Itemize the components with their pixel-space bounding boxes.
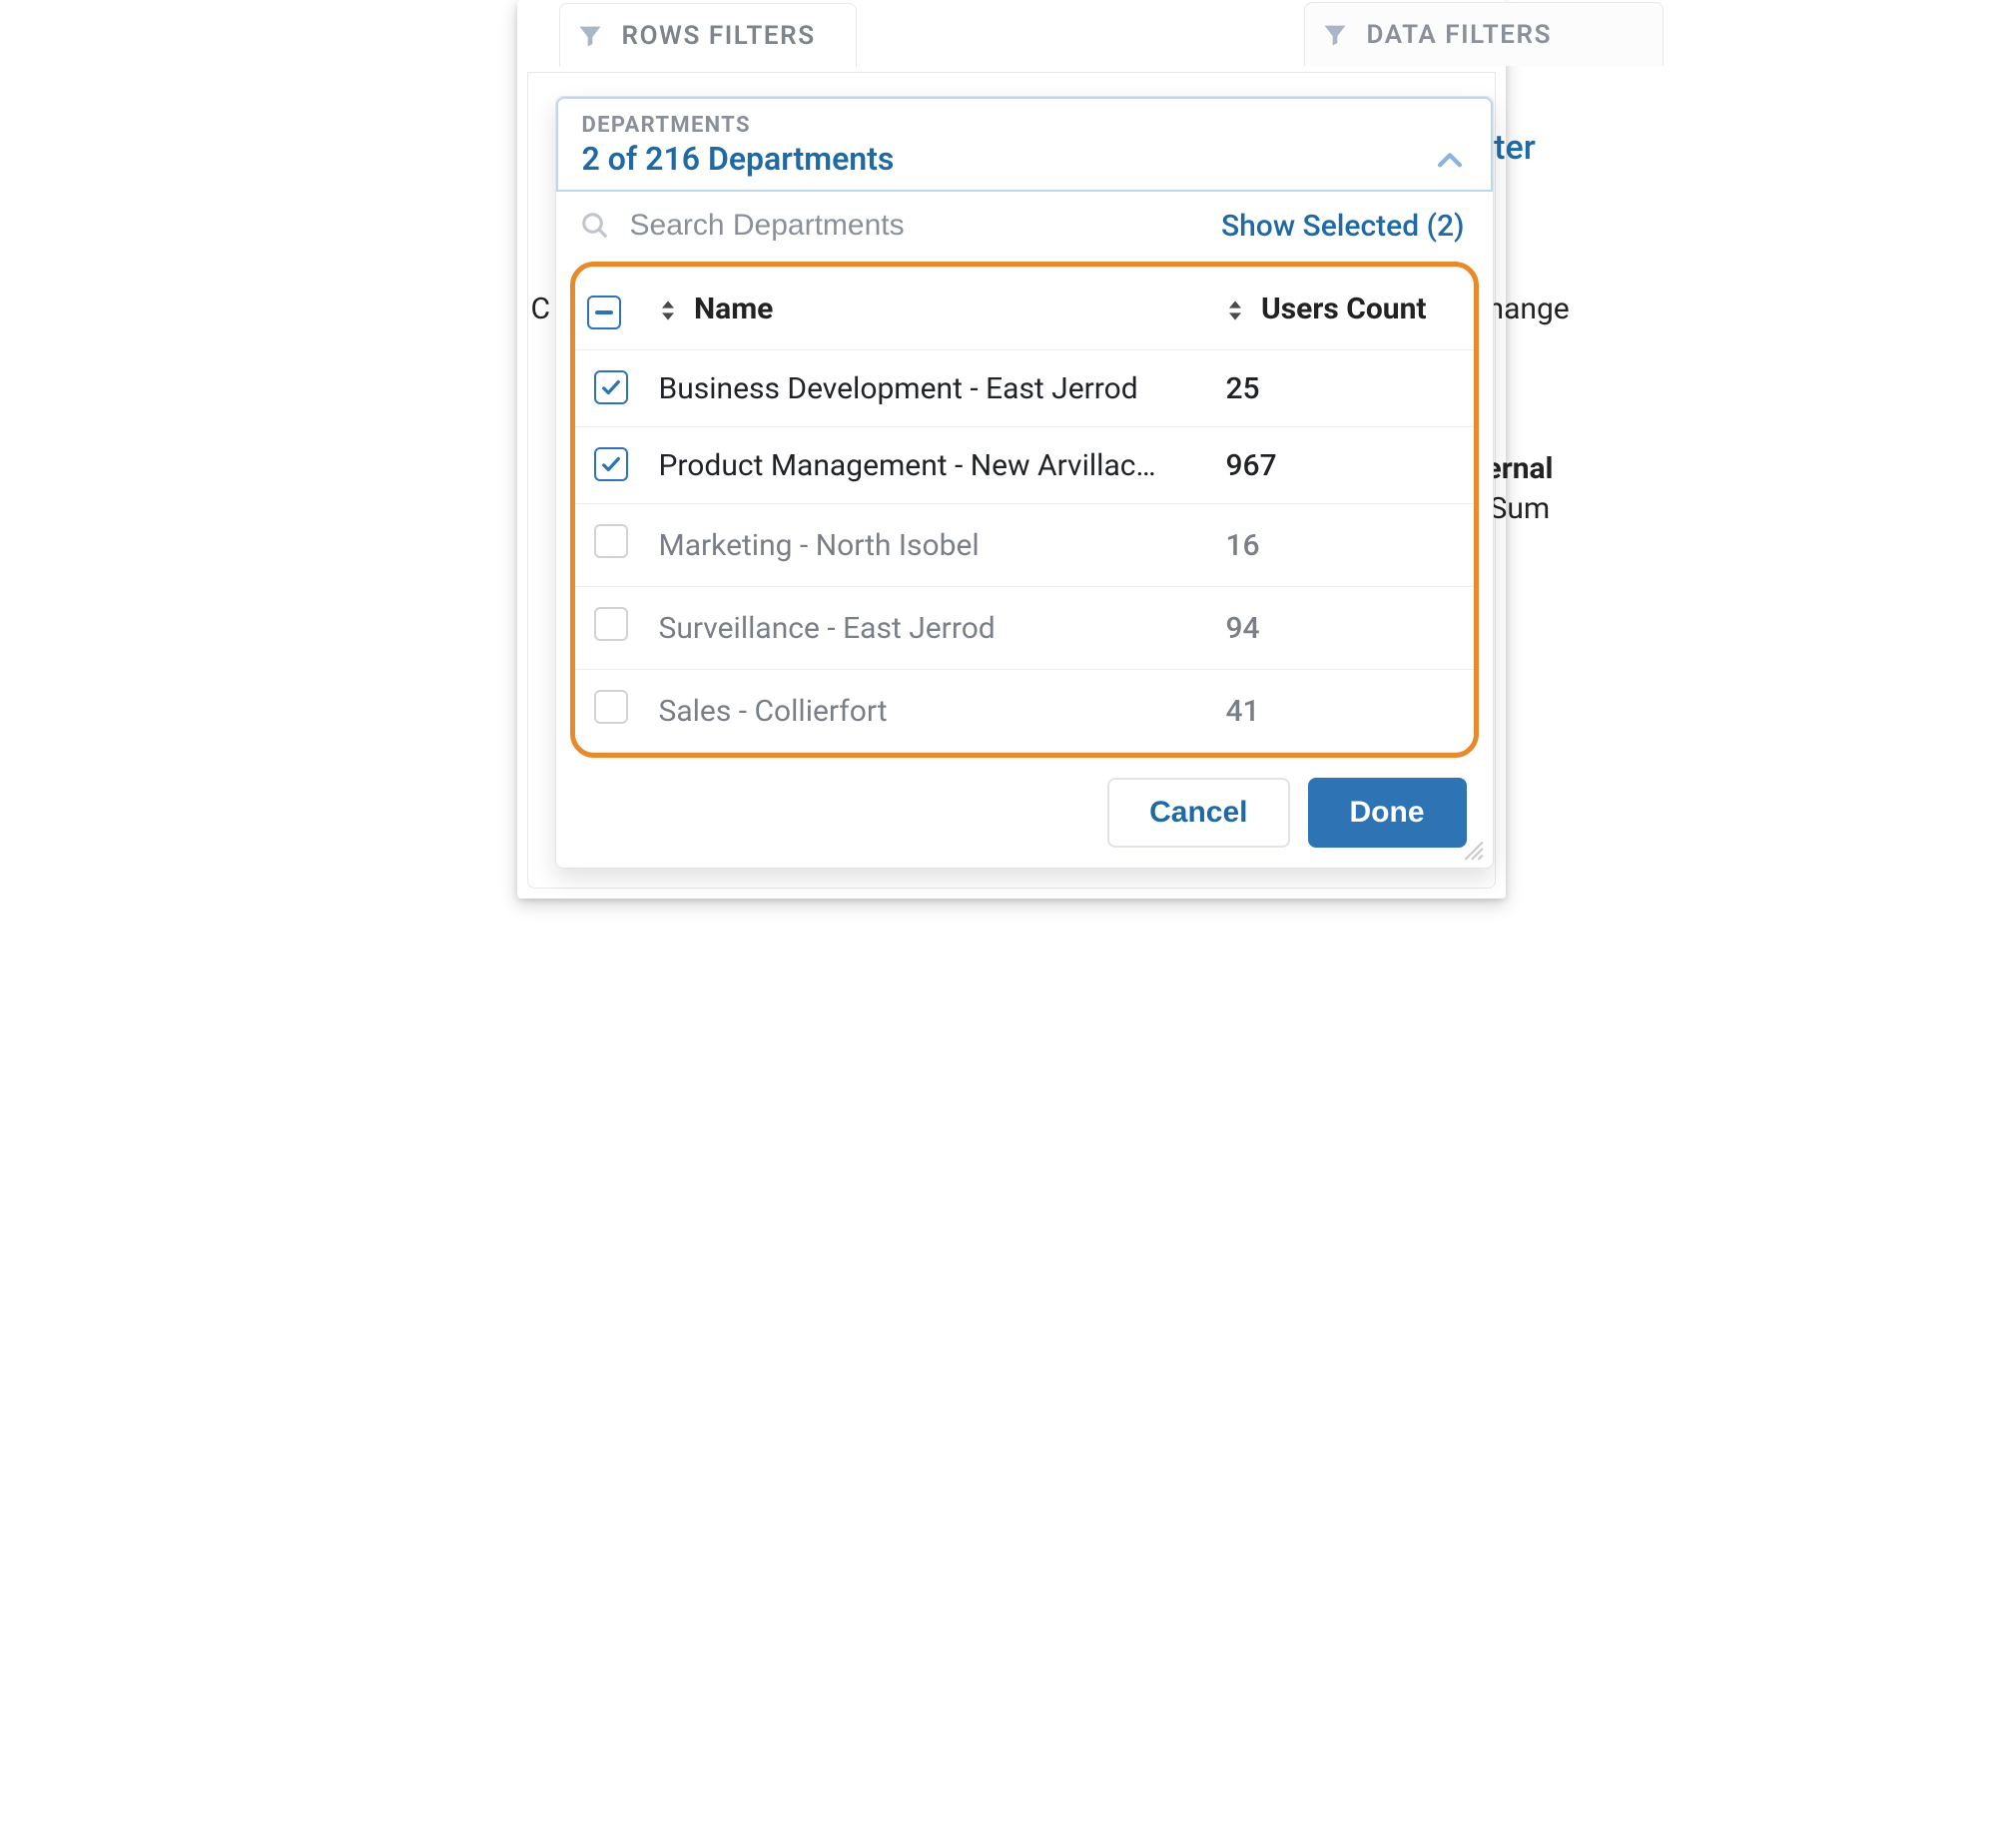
checkbox-checked-icon[interactable]: [594, 447, 628, 481]
search-icon: [580, 211, 610, 241]
row-name: Product Management - New Arvillac…: [647, 427, 1214, 504]
row-users-count: 25: [1214, 350, 1474, 427]
screenshot-card: ROWS FILTERS DATA FILTERS lter C nange e…: [517, 0, 1506, 899]
bg-fragment-sum: Sum: [1490, 491, 1551, 526]
col-header-users-count[interactable]: Users Count: [1214, 268, 1474, 350]
departments-picker: DEPARTMENTS 2 of 216 Departments Show Se…: [555, 96, 1494, 869]
row-name: Business Development - East Jerrod: [647, 350, 1214, 427]
checkbox-indeterminate-icon[interactable]: [587, 296, 621, 329]
row-checkbox-cell[interactable]: [575, 427, 647, 504]
row-checkbox-cell[interactable]: [575, 350, 647, 427]
row-users-count: 94: [1214, 587, 1474, 670]
row-name: Surveillance - East Jerrod: [647, 587, 1214, 670]
table-row[interactable]: Marketing - North Isobel16: [575, 504, 1474, 587]
picker-footer: Cancel Done: [556, 758, 1493, 868]
stage: ROWS FILTERS DATA FILTERS lter C nange e…: [504, 0, 1513, 912]
picker-search-row: Show Selected (2): [556, 192, 1493, 260]
checkbox-unchecked-icon[interactable]: [594, 607, 628, 641]
show-selected-link[interactable]: Show Selected (2): [1221, 209, 1465, 244]
tab-rows-filters-label: ROWS FILTERS: [622, 21, 816, 51]
row-users-count: 967: [1214, 427, 1474, 504]
bg-fragment-nange: nange: [1488, 292, 1570, 326]
table-row[interactable]: Business Development - East Jerrod25: [575, 350, 1474, 427]
row-checkbox-cell[interactable]: [575, 504, 647, 587]
chevron-up-icon[interactable]: [1433, 144, 1467, 178]
cancel-button[interactable]: Cancel: [1107, 778, 1289, 848]
funnel-icon: [1321, 21, 1349, 49]
table-row[interactable]: Product Management - New Arvillac…967: [575, 427, 1474, 504]
checkbox-unchecked-icon[interactable]: [594, 524, 628, 558]
tab-rows-filters[interactable]: ROWS FILTERS: [559, 3, 857, 67]
picker-title-block: DEPARTMENTS 2 of 216 Departments: [582, 113, 895, 178]
done-button[interactable]: Done: [1308, 778, 1467, 848]
select-all-header[interactable]: [575, 268, 647, 350]
sort-icon: [659, 299, 677, 322]
table-highlight-frame: Name Users Count Business Development - …: [570, 262, 1479, 758]
table-row[interactable]: Surveillance - East Jerrod94: [575, 587, 1474, 670]
row-name: Marketing - North Isobel: [647, 504, 1214, 587]
col-header-name[interactable]: Name: [647, 268, 1214, 350]
row-users-count: 41: [1214, 670, 1474, 753]
row-users-count: 16: [1214, 504, 1474, 587]
tabs-strip: ROWS FILTERS DATA FILTERS: [527, 0, 1496, 72]
funnel-icon: [576, 22, 604, 50]
departments-table: Name Users Count Business Development - …: [575, 267, 1474, 753]
picker-eyebrow: DEPARTMENTS: [582, 113, 895, 138]
sort-icon: [1226, 299, 1244, 322]
table-row[interactable]: Sales - Collierfort41: [575, 670, 1474, 753]
table-header-row: Name Users Count: [575, 268, 1474, 350]
tab-data-filters[interactable]: DATA FILTERS: [1304, 2, 1664, 66]
bg-fragment-ernal: ernal: [1486, 451, 1554, 486]
col-header-name-label: Name: [694, 292, 773, 326]
search-wrap: [580, 208, 1209, 244]
row-name: Sales - Collierfort: [647, 670, 1214, 753]
picker-header[interactable]: DEPARTMENTS 2 of 216 Departments: [556, 97, 1493, 192]
col-header-users-count-label: Users Count: [1261, 292, 1427, 326]
search-input[interactable]: [628, 208, 1131, 244]
row-checkbox-cell[interactable]: [575, 587, 647, 670]
checkbox-unchecked-icon[interactable]: [594, 690, 628, 724]
row-checkbox-cell[interactable]: [575, 670, 647, 753]
tab-data-filters-label: DATA FILTERS: [1367, 20, 1553, 50]
picker-summary: 2 of 216 Departments: [582, 140, 895, 178]
bg-fragment-c: C: [531, 292, 551, 326]
resize-grip-icon[interactable]: [1459, 836, 1485, 862]
checkbox-checked-icon[interactable]: [594, 370, 628, 404]
